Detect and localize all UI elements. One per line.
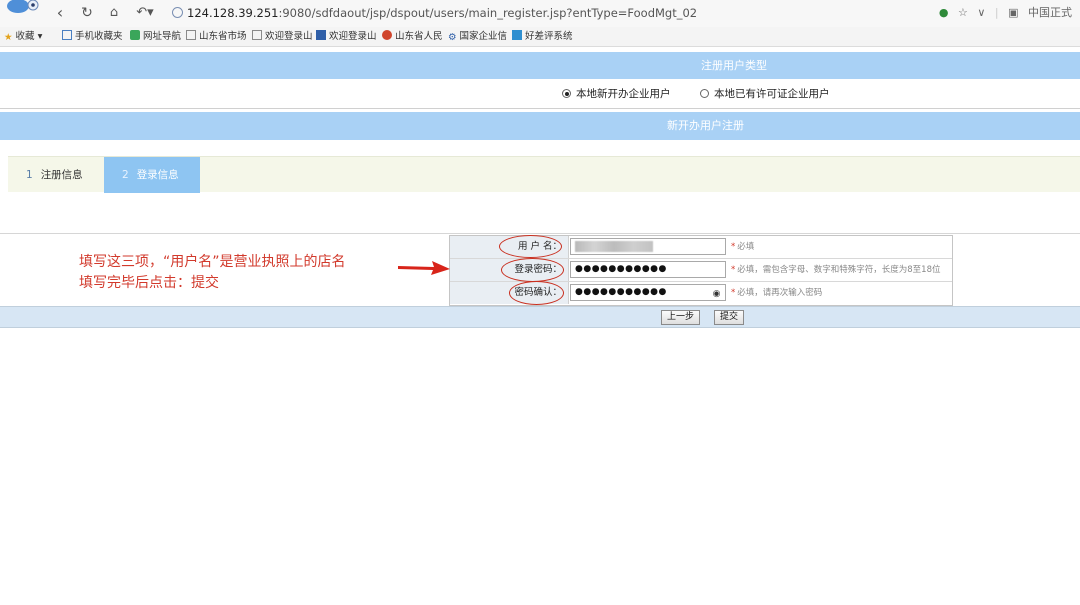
instruction-annotation: 填写这三项，“用户名”是营业执照上的店名 填写完毕后点击：提交 [79,252,346,294]
bookmark-item[interactable]: 山东省市场 [186,27,247,47]
hint-text: 必填，请再次输入密码 [737,288,823,298]
site-icon [316,30,326,40]
username-row: 用 户 名： * 必填 [450,236,952,259]
browser-toolbar: ‹ ↻ ⌂ ↶▾ 124.128.39.251:9080/sdfdaout/js… [0,0,1080,27]
redacted-text [575,241,653,252]
form-top-divider [0,233,1080,234]
bookmark-item[interactable]: 欢迎登录山 [252,27,313,47]
eye-icon[interactable]: ◉ [713,287,721,300]
address-bar[interactable]: 124.128.39.251:9080/sdfdaout/jsp/dspout/… [172,4,697,22]
bookmark-item[interactable]: 好差评系统 [512,27,573,47]
bookmark-label: 手机收藏夹 [75,31,123,42]
form-actions-bar: 上一步 提交 [0,306,1080,328]
page-icon [186,30,196,40]
radio-local-new-enterprise[interactable]: 本地新开办企业用户 [562,82,671,106]
step-label: 注册信息 [40,169,83,181]
chevron-down-icon: ▾ [34,31,43,42]
bookmark-item[interactable]: 欢迎登录山 [316,27,377,47]
password-label: 登录密码： [450,259,569,281]
required-mark: * [731,242,736,252]
confirm-hint: * 必填，请再次输入密码 [731,282,822,304]
required-mark: * [731,288,736,298]
bookmark-item[interactable]: 网址导航 [130,27,181,47]
bookmark-label: 欢迎登录山 [329,31,377,42]
section-divider [0,108,1080,109]
step-label: 登录信息 [136,169,179,181]
hint-text: 必填 [737,242,755,252]
bookmark-label: 收藏 [15,31,35,42]
confirm-password-input[interactable]: ●●●●●●●●●●● ◉ [570,284,726,301]
refresh-icon[interactable]: ↻ [77,4,97,22]
password-hint: * 必填，需包含字母、数字和特殊字符，长度为8至18位 [731,259,940,281]
new-registration-header: 新开办用户注册 [0,112,1080,140]
navigation-icon [130,30,140,40]
password-row: 登录密码： ●●●●●●●●●●● * 必填，需包含字母、数字和特殊字符，长度为8… [450,259,952,282]
bookmark-favorites[interactable]: ★ 收藏 ▾ [4,27,42,47]
gear-icon: ⚙ [448,32,457,43]
site-icon [512,30,522,40]
bookmark-item[interactable]: 手机收藏夹 [62,27,123,47]
confirm-cell: ●●●●●●●●●●● ◉ * 必填，请再次输入密码 [569,282,952,304]
confirm-password-label: 密码确认： [450,282,569,304]
bookmarks-bar: ★ 收藏 ▾ 手机收藏夹 网址导航 山东省市场 欢迎登录山 欢迎登录山 山东省人民… [0,27,1080,47]
radio-unselected-icon [700,89,709,98]
radio-selected-icon [562,89,571,98]
divider-icon: | [994,6,999,19]
password-input[interactable]: ●●●●●●●●●●● [570,261,726,278]
password-cell: ●●●●●●●●●●● * 必填，需包含字母、数字和特殊字符，长度为8至18位 [569,259,952,281]
username-input[interactable] [570,238,726,255]
account-icon[interactable]: ▣ [1008,6,1018,19]
registration-type-options: 本地新开办企业用户 本地已有许可证企业用户 [0,82,1080,106]
site-info-icon [172,7,183,18]
step-tabs: 1 注册信息 2 登录信息 [8,156,1080,193]
bookmark-label: 山东省人民 [395,31,443,42]
emblem-icon [382,30,392,40]
annotation-line-1: 填写这三项，“用户名”是营业执照上的店名 [79,254,346,270]
undo-dropdown-icon[interactable]: ↶▾ [131,4,159,22]
star-icon: ★ [4,32,13,43]
hint-text: 必填，需包含字母、数字和特殊字符，长度为8至18位 [737,265,941,275]
annotation-line-2: 填写完毕后点击：提交 [79,275,219,291]
radio-label: 本地已有许可证企业用户 [714,88,830,100]
confirm-row: 密码确认： ●●●●●●●●●●● ◉ * 必填，请再次输入密码 [450,282,952,305]
address-host: 124.128.39.251 [187,6,279,20]
submit-button[interactable]: 提交 [714,310,745,325]
bookmark-item[interactable]: 山东省人民 [382,27,443,47]
browser-right-tools: ● ☆ ∨ | ▣ 中国正式 [933,4,1072,22]
radio-label: 本地新开办企业用户 [576,88,671,100]
arrow-icon [398,261,450,275]
login-info-form: 用 户 名： * 必填 登录密码： ●●●●●●●●●●● * 必填，需包含字母、数… [449,235,953,306]
back-icon[interactable]: ‹ [50,4,70,22]
browser-logo-icon [7,0,39,13]
home-icon[interactable]: ⌂ [104,4,124,22]
page-icon [252,30,262,40]
phone-icon [62,30,72,40]
right-label: 中国正式 [1028,6,1072,19]
bookmark-label: 好差评系统 [525,31,573,42]
confirm-password-value: ●●●●●●●●●●● [575,287,667,297]
bookmark-label: 欢迎登录山 [265,31,313,42]
required-mark: * [731,265,736,275]
step-number: 2 [122,169,129,181]
chevron-down-icon[interactable]: ∨ [977,6,985,19]
radio-local-licensed-enterprise[interactable]: 本地已有许可证企业用户 [700,82,830,106]
bookmark-label: 山东省市场 [199,31,247,42]
step-number: 1 [26,169,33,181]
previous-step-button[interactable]: 上一步 [661,310,701,325]
username-cell: * 必填 [569,236,952,258]
username-hint: * 必填 [731,236,754,258]
favorite-star-icon[interactable]: ☆ [958,6,968,19]
address-path: :9080/sdfdaout/jsp/dspout/users/main_reg… [278,6,698,20]
username-label: 用 户 名： [450,236,569,258]
bookmark-label: 国家企业信 [459,31,508,42]
ie-mode-icon[interactable]: ● [939,6,949,19]
bookmark-label: 网址导航 [143,31,182,42]
tab-login-info[interactable]: 2 登录信息 [104,157,200,193]
tab-registration-info[interactable]: 1 注册信息 [8,157,104,193]
bookmark-item[interactable]: ⚙ 国家企业信 [448,27,507,47]
registration-type-header: 注册用户类型 [0,52,1080,79]
